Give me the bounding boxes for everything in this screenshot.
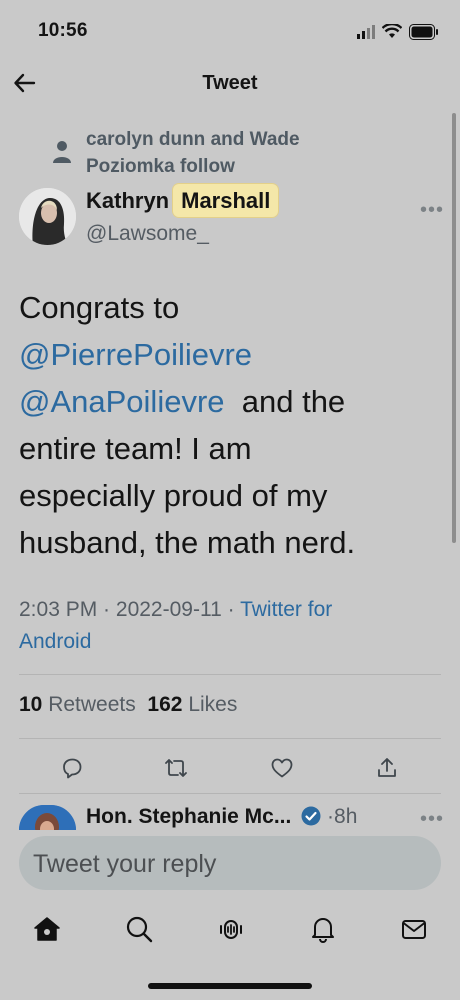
scrollbar[interactable] [452, 113, 456, 543]
reply-more-icon[interactable]: ••• [420, 808, 444, 831]
person-icon [53, 141, 71, 163]
author-avatar[interactable] [19, 188, 76, 245]
author-handle[interactable]: @Lawsome_ [86, 222, 209, 246]
social-context-line2: Poziomka follow [86, 156, 235, 177]
tweet-meta: 2:03 PM · 2022-09-11 · Twitter for Androi… [19, 598, 333, 653]
retweets-label: Retweets [48, 693, 136, 716]
status-time: 10:56 [38, 20, 88, 41]
tweet-date: 2022-09-11 [115, 598, 222, 621]
reply-author[interactable]: Hon. Stephanie Mc... ·8h [86, 805, 357, 829]
tweet-line: and the [224, 384, 346, 419]
social-context[interactable]: carolyn dunn and Wade Poziomka follow [86, 126, 300, 180]
reply-author-name: Hon. Stephanie Mc... [86, 805, 292, 828]
tweet-line: husband, the math nerd. [19, 525, 356, 560]
mention-link[interactable]: @PierrePoilievre [19, 337, 252, 372]
reply-composer-placeholder: Tweet your reply [33, 850, 217, 878]
home-indicator[interactable] [148, 983, 312, 989]
notifications-icon[interactable] [308, 914, 338, 944]
divider [19, 738, 441, 739]
tweet-time: 2:03 PM [19, 598, 98, 621]
engagement-counts: 10 Retweets 162 Likes [19, 693, 237, 717]
divider [19, 674, 441, 675]
wifi-icon [382, 24, 402, 38]
likes-stat[interactable]: 162 Likes [147, 693, 237, 716]
messages-icon[interactable] [399, 914, 429, 944]
home-icon[interactable] [32, 914, 62, 944]
tweet-line: especially proud of my [19, 478, 328, 513]
verified-icon [301, 806, 321, 826]
social-context-line1: carolyn dunn and Wade [86, 129, 300, 150]
divider [19, 793, 441, 794]
tweet-line: entire team! I am [19, 431, 252, 466]
battery-icon [409, 24, 438, 40]
reply-time: ·8h [327, 805, 358, 828]
search-icon[interactable] [124, 914, 154, 944]
likes-label: Likes [188, 693, 238, 716]
mention-link[interactable]: @AnaPoilievre [19, 384, 225, 419]
likes-count: 162 [147, 693, 183, 716]
more-icon[interactable]: ••• [420, 199, 444, 222]
author-name[interactable]: Kathryn Marshall [86, 184, 279, 217]
retweets-stat[interactable]: 10 Retweets [19, 693, 136, 716]
reply-avatar[interactable] [19, 805, 76, 830]
like-icon[interactable] [270, 756, 294, 780]
share-icon[interactable] [375, 756, 399, 780]
author-last-name-highlighted: Marshall [173, 184, 279, 217]
tweet-line: Congrats to [19, 290, 180, 325]
reply-icon[interactable] [60, 756, 84, 780]
spaces-icon[interactable] [216, 914, 246, 944]
author-first-name: Kathryn [86, 188, 170, 213]
retweet-icon[interactable] [164, 756, 188, 780]
page-title: Tweet [202, 72, 258, 94]
tweet-text: Congrats to @PierrePoilievre @AnaPoiliev… [19, 284, 439, 566]
retweets-count: 10 [19, 693, 43, 716]
cellular-signal-icon [357, 25, 375, 39]
